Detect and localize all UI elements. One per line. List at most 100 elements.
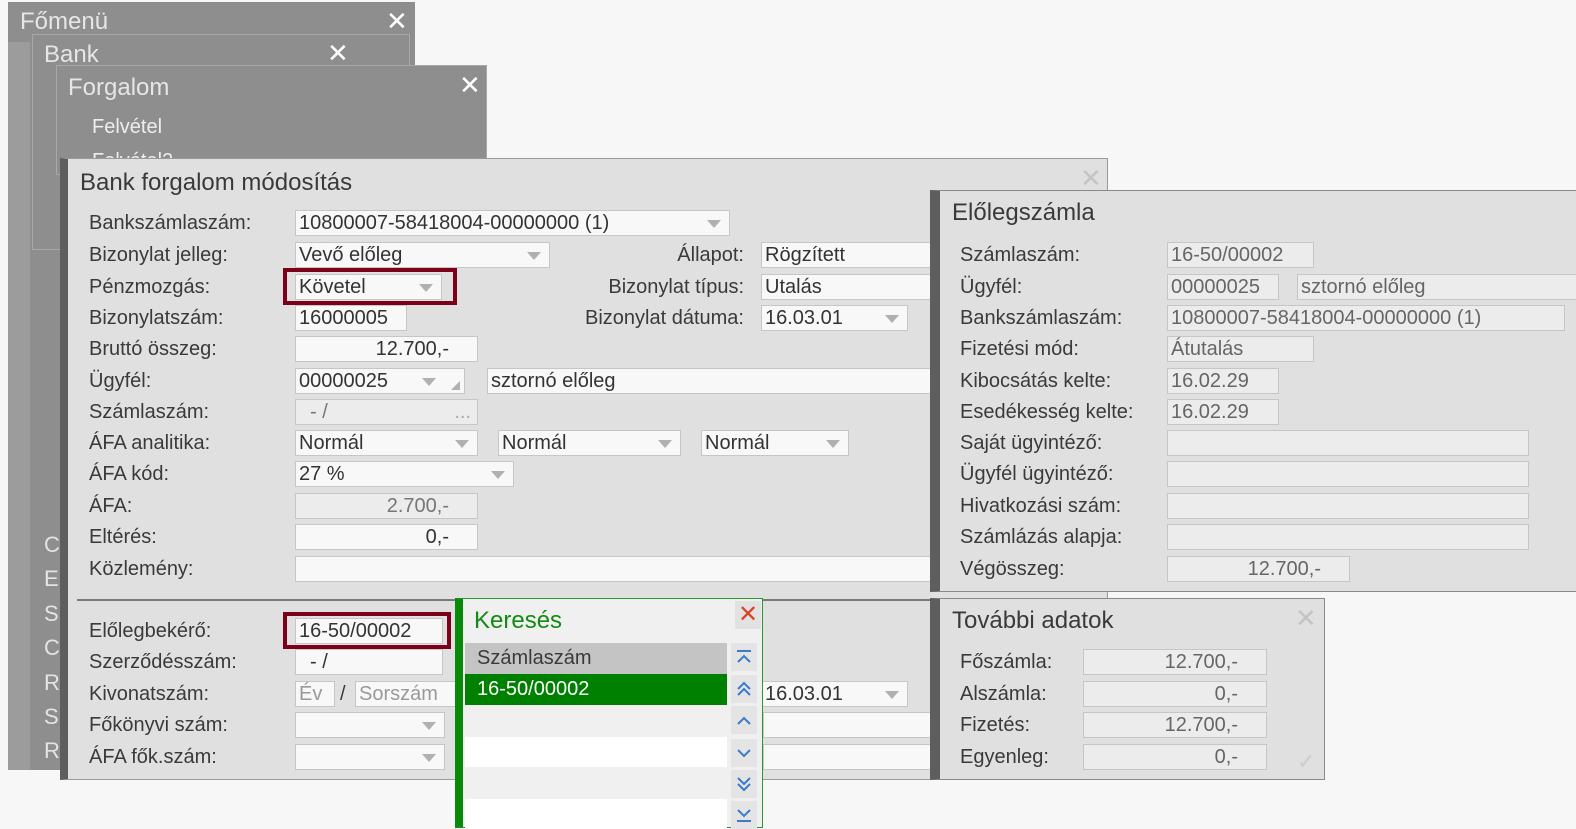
search-result-row[interactable]: 16-50/00002 [465, 674, 727, 705]
foszamla-field: 12.700,- [1083, 649, 1267, 675]
afa-kod-select[interactable]: 27 % [295, 461, 514, 487]
label-kivonatszam: Kivonatszám: [89, 683, 210, 705]
afa-fok-extra-field[interactable] [763, 744, 935, 770]
el-szamlazas-alapja-field [1167, 524, 1529, 550]
label-bizonylat-tipus: Bizonylat típus: [608, 276, 744, 298]
chevron-down-icon [885, 315, 899, 323]
el-esedekesseg-field: 16.02.29 [1167, 399, 1279, 425]
ugyfel-name-input[interactable]: sztornó előleg [487, 368, 937, 394]
el-szamlaszam-field: 16-50/00002 [1167, 242, 1314, 268]
main-menu-close-icon[interactable]: ✕ [386, 8, 408, 34]
scroll-last-icon[interactable] [731, 801, 757, 829]
kivonat-sorszam-input[interactable]: Sorszám [355, 681, 465, 707]
dialog-title: Bank forgalom módosítás [80, 169, 353, 196]
el-label-esedekesseg: Esedékesség kelte: [960, 401, 1134, 423]
jelleg-value: Vevő előleg [299, 244, 403, 266]
el-fizmod-field: Átutalás [1167, 336, 1314, 362]
label-kozlemeny: Közlemény: [89, 558, 194, 580]
label-egyenleg: Egyenleg: [960, 746, 1049, 768]
el-label-kibocsatas: Kibocsátás kelte: [960, 370, 1112, 392]
chevron-down-icon [885, 691, 899, 699]
menu-item-e[interactable]: E [44, 566, 59, 592]
ugyfel-code-value: 00000025 [299, 370, 388, 392]
menu-item-r2[interactable]: R [44, 738, 60, 764]
afa-analitika-1-value: Normál [299, 432, 364, 454]
elteres-input[interactable]: 0,- [295, 524, 478, 550]
label-bizonylatszam: Bizonylatszám: [89, 307, 224, 329]
search-popup-title: Keresés [474, 607, 563, 634]
chevron-down-icon [422, 754, 436, 762]
forgalom-menu-title: Forgalom [68, 74, 170, 101]
chevron-down-icon [422, 722, 436, 730]
brutto-input[interactable]: 12.700,- [295, 336, 478, 362]
jelleg-select[interactable]: Vevő előleg [295, 242, 550, 268]
kivonat-ev-input[interactable]: Év [295, 681, 335, 707]
el-label-ugyfel: Ügyfél: [960, 276, 1023, 298]
dialog-close-icon[interactable]: ✕ [1080, 165, 1102, 191]
label-penzmozgas: Pénzmozgás: [89, 276, 211, 298]
chevron-down-icon [658, 440, 672, 448]
bankszamla-value: 10800007-58418004-00000000 (1) [299, 212, 610, 234]
bizonylatszam-input[interactable]: 16000005 [295, 305, 407, 331]
ugyfel-code-select[interactable]: 00000025 [295, 368, 465, 394]
menu-item-r[interactable]: R [44, 670, 60, 696]
label-fokonyvi-szam: Főkönyvi szám: [89, 714, 228, 736]
el-label-sajat-ugyintezo: Saját ügyintéző: [960, 432, 1103, 454]
label-bizonylat-datuma: Bizonylat dátuma: [585, 307, 744, 329]
scroll-up-icon[interactable] [731, 706, 757, 734]
el-ugyfel-code-field: 00000025 [1167, 274, 1279, 300]
chevron-down-icon [455, 440, 469, 448]
label-afa-kod: ÁFA kód: [89, 463, 170, 485]
label-szamlaszam: Számlaszám: [89, 401, 210, 423]
allapot-value: Rögzített [765, 244, 846, 266]
menu-item-felvetel[interactable]: Felvétel [92, 116, 162, 139]
menu-item-s[interactable]: S [44, 601, 59, 627]
further-data-close-icon[interactable]: ✕ [1295, 605, 1317, 631]
bank-menu-close-icon[interactable]: ✕ [327, 40, 349, 66]
fokonyvi-extra-field[interactable] [763, 712, 935, 738]
chevron-down-icon [491, 471, 505, 479]
checkmark-icon[interactable]: ✓ [1297, 749, 1315, 775]
bizonylat-datuma-select[interactable]: 16.03.01 [761, 305, 908, 331]
bizonylat-tipus-select[interactable]: Utalás [761, 274, 936, 300]
el-label-ugyfel-ugyintezo: Ügyfél ügyintéző: [960, 463, 1114, 485]
search-empty-row [465, 799, 727, 829]
el-ugyfel-name-field: sztornó előleg [1297, 274, 1576, 300]
label-fizetes: Fizetés: [960, 714, 1031, 736]
fokonyvi-szam-select[interactable] [295, 712, 445, 738]
search-close-button[interactable]: ✕ [735, 601, 761, 629]
search-empty-row [465, 737, 727, 767]
bizonylat-datuma-value: 16.03.01 [765, 307, 843, 329]
el-kibocsatas-field: 16.02.29 [1167, 368, 1279, 394]
label-foszamla: Főszámla: [960, 651, 1053, 673]
afa-analitika-select-3[interactable]: Normál [701, 430, 849, 456]
szerzodesszam-input[interactable]: - / [295, 649, 443, 675]
afa-analitika-select-1[interactable]: Normál [295, 430, 478, 456]
bankszamla-select[interactable]: 10800007-58418004-00000000 (1) [295, 210, 730, 236]
el-sajat-ugyintezo-field [1167, 430, 1529, 456]
bizonylat-tipus-value: Utalás [765, 276, 822, 298]
search-column-header[interactable]: Számlaszám [465, 643, 727, 674]
more-icon[interactable]: ... [454, 400, 471, 424]
page-down-icon[interactable] [731, 770, 757, 798]
afa-analitika-select-2[interactable]: Normál [498, 430, 681, 456]
afa-fok-szam-select[interactable] [295, 744, 445, 770]
szamlaszam-value: - / [310, 401, 328, 423]
menu-item-c2[interactable]: C [44, 635, 60, 661]
scroll-down-icon[interactable] [731, 739, 757, 767]
advance-invoice-title: Előlegszámla [952, 199, 1095, 226]
label-brutto: Bruttó összeg: [89, 338, 217, 360]
label-afa-analitika: ÁFA analitika: [89, 432, 211, 454]
kozlemeny-input[interactable] [295, 556, 935, 582]
menu-item-s2[interactable]: S [44, 704, 59, 730]
scroll-first-icon[interactable] [731, 643, 757, 671]
menu-item-c[interactable]: C [44, 532, 60, 558]
page-up-icon[interactable] [731, 675, 757, 703]
chevron-down-icon [422, 378, 436, 386]
forgalom-menu-close-icon[interactable]: ✕ [459, 72, 481, 98]
kivonat-date-select[interactable]: 16.03.01 [761, 681, 908, 707]
label-elteres: Eltérés: [89, 526, 157, 548]
kivonat-separator: / [340, 683, 346, 705]
el-label-szamlaszam: Számlaszám: [960, 244, 1081, 266]
allapot-select[interactable]: Rögzített [761, 242, 936, 268]
